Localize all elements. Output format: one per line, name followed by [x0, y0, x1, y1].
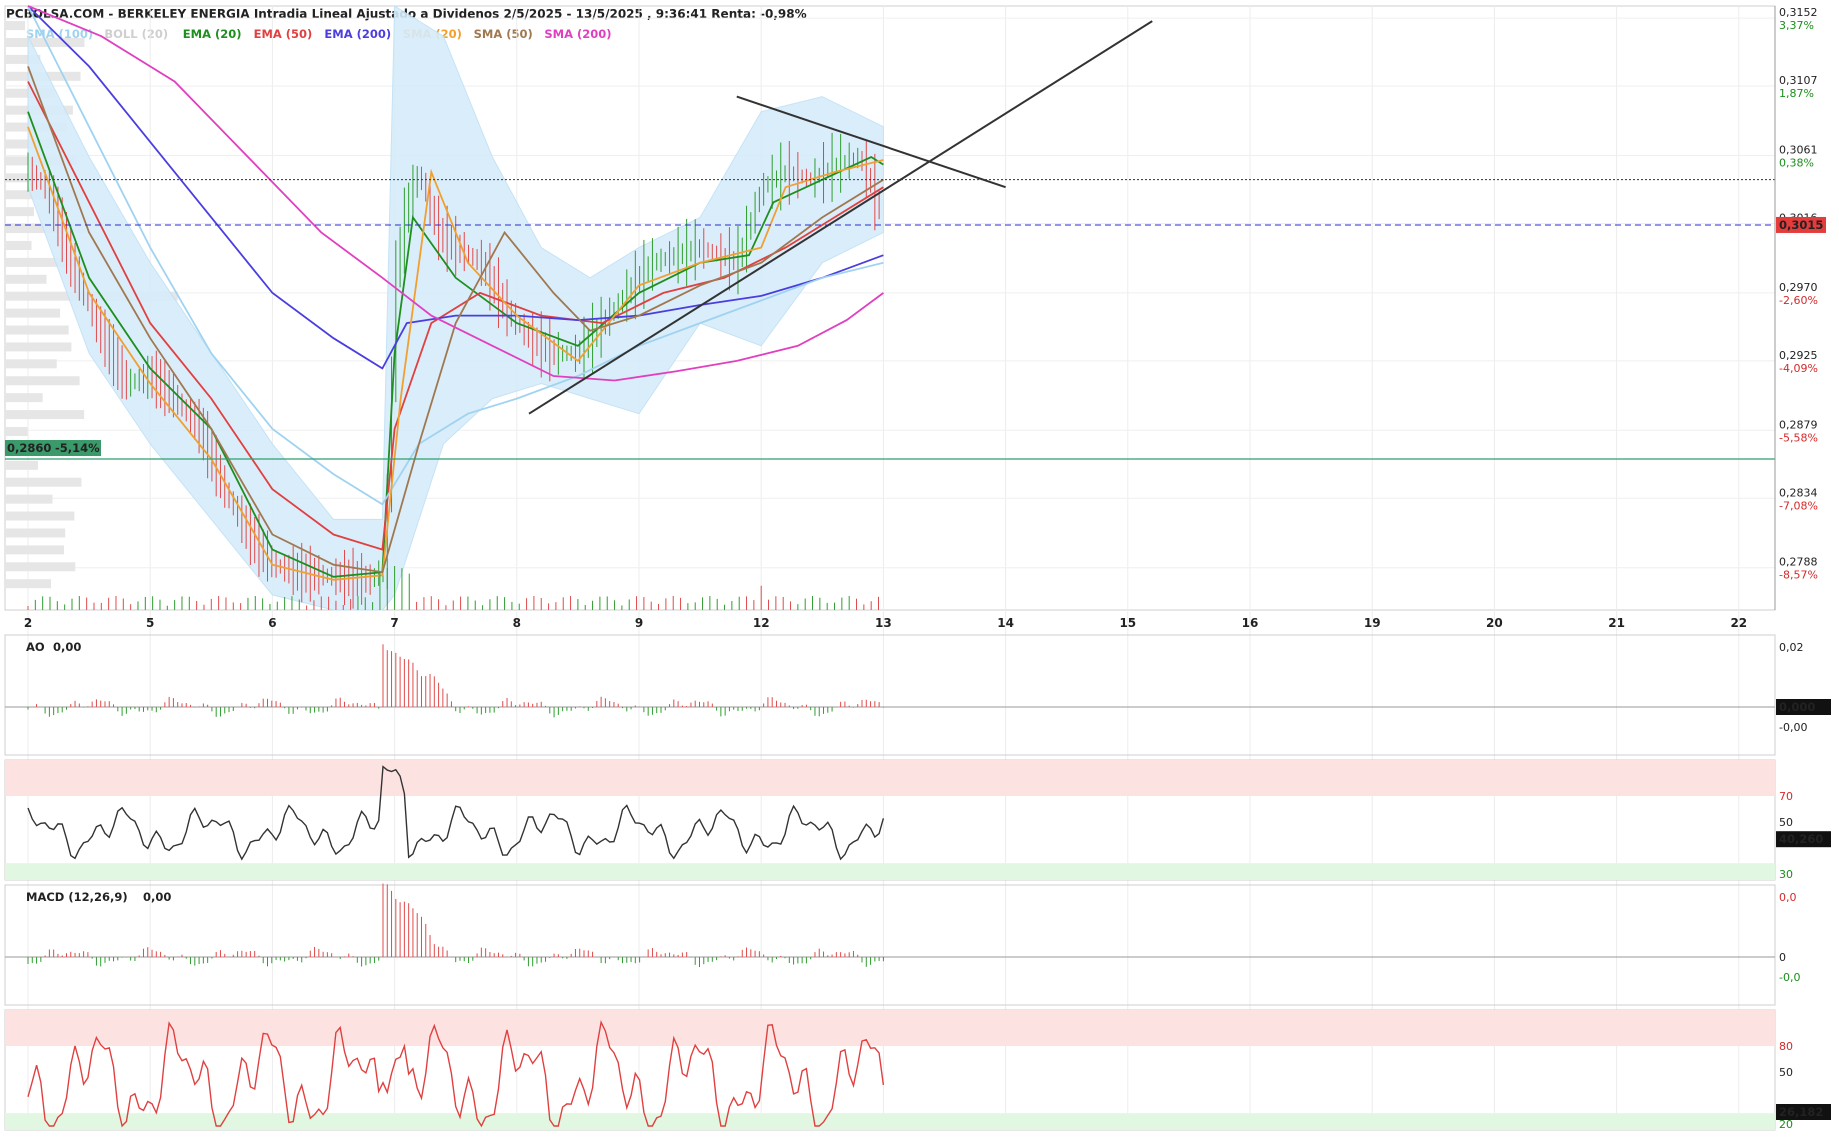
chart-legend: SMA (100) BOLL (20) EMA (20) EMA (50) EMA (2…: [26, 27, 612, 41]
panel-value: 0,00: [143, 890, 171, 904]
price-tick-label: 0,2879: [1779, 418, 1818, 431]
legend-sma200: SMA (200): [544, 27, 611, 41]
date-label: 20: [1486, 616, 1503, 630]
last-price-tag: 0,3015: [1776, 216, 1826, 233]
volume-profile-bar: [5, 562, 76, 572]
trendlines: [528, 20, 1153, 415]
indicator-panels: AO0,000,02-0,000,000RSI (14)40,267050304…: [4, 634, 1831, 1131]
date-label: 6: [268, 616, 276, 630]
volume-profile-bar: [5, 342, 72, 352]
volume-profile-bar: [5, 579, 52, 589]
price-tick-label: 0,2834: [1779, 486, 1818, 499]
panel-tag-label: 26,182: [1779, 1105, 1823, 1119]
price-tick-label: 0,2788: [1779, 556, 1818, 569]
date-label: 12: [753, 616, 770, 630]
volume-profile-bar: [5, 460, 38, 470]
pct-tick-label: -2,60%: [1779, 294, 1818, 307]
panel-tag-label: 0,000: [1779, 700, 1815, 714]
date-label: 14: [997, 616, 1014, 630]
volume-profile-bar: [5, 21, 25, 31]
pct-tick-label: -8,57%: [1779, 569, 1818, 582]
date-label: 19: [1364, 616, 1381, 630]
volume-profile-bar: [5, 494, 53, 504]
date-label: 16: [1242, 616, 1259, 630]
date-label: 2: [24, 616, 32, 630]
panel-macd: MACD (12,26,9) 0,00 0,00-0,0: [4, 883, 1800, 1006]
panel-rsi: RSI (14)40,2670503040,260: [4, 759, 1831, 881]
trendline: [528, 20, 1153, 415]
scale-bottom-label: -0,00: [1779, 721, 1807, 734]
date-label: 15: [1119, 616, 1136, 630]
support-pct-label: -5,14%: [55, 441, 100, 455]
volume-bars: [27, 566, 880, 610]
legend-ema50: EMA (50): [254, 27, 313, 41]
scale-top-label: 0,0: [1779, 891, 1797, 904]
legend-boll: BOLL (20): [104, 27, 168, 41]
level-mid-label: 50: [1779, 816, 1793, 829]
volume-profile-bar: [5, 528, 66, 538]
panel-title: MACD (12,26,9): [26, 890, 128, 904]
panel-frame: [4, 634, 1776, 756]
price-axis: 0,31523,37%0,31071,87%0,30610,38%0,30160…: [1774, 6, 1818, 610]
pct-tick-label: -5,58%: [1779, 431, 1818, 444]
panel-value: 0,00: [53, 640, 81, 654]
volume-profile-bar: [5, 545, 64, 555]
date-axis: 2 5 6 7 8 9 12 13 14 15 16 19 20 21 22: [24, 616, 1747, 630]
price-tick-label: 0,2970: [1779, 281, 1818, 294]
date-label: 5: [146, 616, 154, 630]
volume-profile-bar: [5, 410, 85, 420]
volume-profile-bar: [5, 274, 47, 284]
volume-profile-bar: [5, 376, 80, 386]
overbought-zone: [5, 760, 1775, 796]
oversold-zone: [5, 1113, 1775, 1130]
volume-profile-bar: [5, 426, 28, 436]
date-label: 13: [875, 616, 892, 630]
panel-ao: AO 0,00 0,02 -0,00 0,000: [4, 634, 1831, 756]
support-tag: 0,2860 -5,14%: [5, 440, 101, 456]
date-label: 7: [390, 616, 398, 630]
date-label: 22: [1730, 616, 1747, 630]
legend-ema200: EMA (200): [324, 27, 391, 41]
pct-tick-label: 1,87%: [1779, 87, 1814, 100]
level-lo-label: 30: [1779, 868, 1793, 881]
scale-top-label: 0,02: [1779, 641, 1804, 654]
last-price-label: 0,3015: [1779, 218, 1823, 232]
stock-chart: PCBOLSA.COM - BERKELEY ENERGIA Intradia …: [4, 5, 1831, 1131]
panel-tag-label: 40,260: [1779, 832, 1823, 846]
level-mid-label: 50: [1779, 1066, 1793, 1079]
volume-profile-bar: [5, 359, 57, 369]
level-hi-label: 70: [1779, 790, 1793, 803]
panel-frame: [4, 884, 1776, 1006]
volume-profile-bar: [5, 393, 43, 403]
date-label: 8: [513, 616, 521, 630]
pct-tick-label: -7,08%: [1779, 499, 1818, 512]
volume-profile-bar: [5, 325, 69, 335]
pct-tick-label: -4,09%: [1779, 362, 1818, 375]
volume-profile-bar: [5, 240, 32, 250]
panel-title: AO: [26, 640, 45, 654]
date-label: 9: [635, 616, 643, 630]
date-label: 21: [1608, 616, 1625, 630]
volume-profile-bar: [5, 207, 34, 217]
price-panel: 0,31523,37%0,31071,87%0,30610,38%0,30160…: [4, 5, 1826, 1130]
support-value-label: 0,2860: [7, 441, 51, 455]
legend-sma50: SMA (50): [474, 27, 533, 41]
pct-tick-label: 0,38%: [1779, 156, 1814, 169]
volume-profile-bar: [5, 308, 61, 318]
panel-sto: STO (14,3,5)26,1880502026,182: [4, 1009, 1831, 1131]
price-tick-label: 0,2925: [1779, 349, 1818, 362]
scale-bottom-label: -0,0: [1779, 971, 1800, 984]
volume-profile-bar: [5, 511, 75, 521]
price-tick-label: 0,3107: [1779, 74, 1818, 87]
scale-mid-label: 0: [1779, 951, 1786, 964]
oversold-zone: [5, 863, 1775, 880]
level-hi-label: 80: [1779, 1040, 1793, 1053]
price-tick-label: 0,3061: [1779, 143, 1818, 156]
pct-tick-label: 3,37%: [1779, 19, 1814, 32]
legend-ema20: EMA (20): [183, 27, 242, 41]
volume-profile-bar: [5, 477, 82, 487]
price-tick-label: 0,3152: [1779, 6, 1818, 19]
